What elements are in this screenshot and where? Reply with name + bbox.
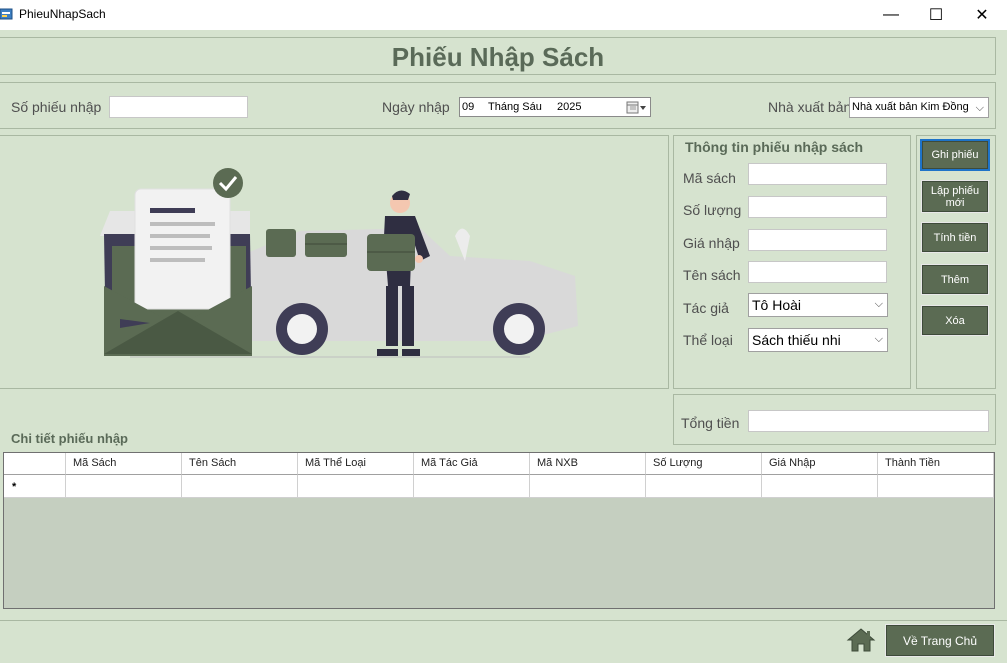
window-titlebar: PhieuNhapSach — ☐ ✕ — [0, 0, 1007, 30]
gia-nhap-input[interactable] — [748, 229, 887, 251]
column-header[interactable]: Số Lượng — [646, 453, 762, 475]
column-header[interactable]: Mã Tác Giả — [414, 453, 530, 475]
maximize-button[interactable]: ☐ — [913, 0, 959, 30]
chevron-down-icon: ⌵ — [874, 333, 883, 345]
so-phieu-input[interactable] — [109, 96, 248, 118]
ma-sach-label: Mã sách — [683, 170, 736, 186]
ghi-phieu-button[interactable]: Ghi phiếu — [920, 139, 990, 171]
the-loai-combo[interactable]: Sách thiếu nhi ⌵ — [748, 328, 888, 352]
close-button[interactable]: ✕ — [959, 0, 1005, 30]
so-phieu-label: Số phiếu nhập — [11, 99, 102, 115]
the-loai-value: Sách thiếu nhi — [752, 332, 841, 348]
details-label: Chi tiết phiếu nhập — [11, 431, 128, 446]
details-grid[interactable]: Mã Sách Tên Sách Mã Thể Loại Mã Tác Giả … — [3, 452, 995, 609]
lap-phieu-moi-button[interactable]: Lập phiếu mới — [921, 180, 989, 213]
column-header[interactable]: Mã Sách — [66, 453, 182, 475]
chevron-down-icon: ⌵ — [975, 102, 984, 114]
column-header[interactable]: Giá Nhập — [762, 453, 878, 475]
tac-gia-value: Tô Hoài — [752, 297, 802, 313]
grid-cell[interactable] — [878, 475, 994, 498]
date-day: 09 — [462, 101, 475, 113]
tong-tien-label: Tổng tiền — [681, 415, 740, 431]
column-header[interactable]: Tên Sách — [182, 453, 298, 475]
grid-cell[interactable] — [530, 475, 646, 498]
grid-cell[interactable] — [414, 475, 530, 498]
grid-cell[interactable] — [646, 475, 762, 498]
tac-gia-label: Tác giả — [683, 300, 729, 316]
so-luong-label: Số lượng — [683, 202, 742, 218]
table-row[interactable]: * — [4, 475, 994, 498]
actions-panel — [916, 135, 996, 389]
grid-cell[interactable] — [762, 475, 878, 498]
ngay-nhap-label: Ngày nhập — [382, 99, 450, 115]
grid-header: Mã Sách Tên Sách Mã Thể Loại Mã Tác Giả … — [4, 453, 994, 475]
the-loai-label: Thể loại — [683, 332, 733, 348]
tac-gia-combo[interactable]: Tô Hoài ⌵ — [748, 293, 888, 317]
new-row-marker: * — [4, 475, 66, 498]
calendar-dropdown-icon[interactable] — [626, 101, 648, 114]
ngay-nhap-picker[interactable]: 09 Tháng Sáu 2025 — [459, 97, 651, 117]
tinh-tien-button[interactable]: Tính tiền — [921, 222, 989, 253]
page-title: Phiếu Nhập Sách — [391, 42, 605, 72]
grid-row-header-cell — [4, 453, 66, 475]
book-delivery-illustration — [100, 168, 578, 358]
grid-cell[interactable] — [298, 475, 414, 498]
app-icon — [0, 8, 13, 20]
ten-sach-input[interactable] — [748, 261, 887, 283]
nxb-value: Nhà xuất bản Kim Đồng — [852, 101, 969, 113]
date-month: Tháng Sáu — [488, 101, 542, 113]
chevron-down-icon: ⌵ — [874, 298, 883, 310]
column-header[interactable]: Mã Thể Loại — [298, 453, 414, 475]
home-icon[interactable] — [846, 627, 876, 653]
ten-sach-label: Tên sách — [683, 267, 741, 283]
nxb-label: Nhà xuất bản — [768, 99, 852, 115]
them-button[interactable]: Thêm — [921, 264, 989, 295]
so-luong-input[interactable] — [748, 196, 887, 218]
minimize-button[interactable]: — — [868, 0, 914, 30]
xoa-button[interactable]: Xóa — [921, 305, 989, 336]
gia-nhap-label: Giá nhập — [683, 235, 740, 251]
column-header[interactable]: Thành Tiền — [878, 453, 994, 475]
nxb-combo[interactable]: Nhà xuất bản Kim Đồng ⌵ — [849, 97, 989, 118]
grid-cell[interactable] — [182, 475, 298, 498]
window-title: PhieuNhapSach — [19, 7, 106, 21]
illustration-panel — [0, 135, 669, 389]
info-title: Thông tin phiếu nhập sách — [685, 139, 864, 155]
home-button[interactable]: Về Trang Chủ — [885, 624, 995, 657]
date-year: 2025 — [557, 101, 582, 113]
ma-sach-input[interactable] — [748, 163, 887, 185]
tong-tien-input[interactable] — [748, 410, 989, 432]
grid-cell[interactable] — [66, 475, 182, 498]
column-header[interactable]: Mã NXB — [530, 453, 646, 475]
